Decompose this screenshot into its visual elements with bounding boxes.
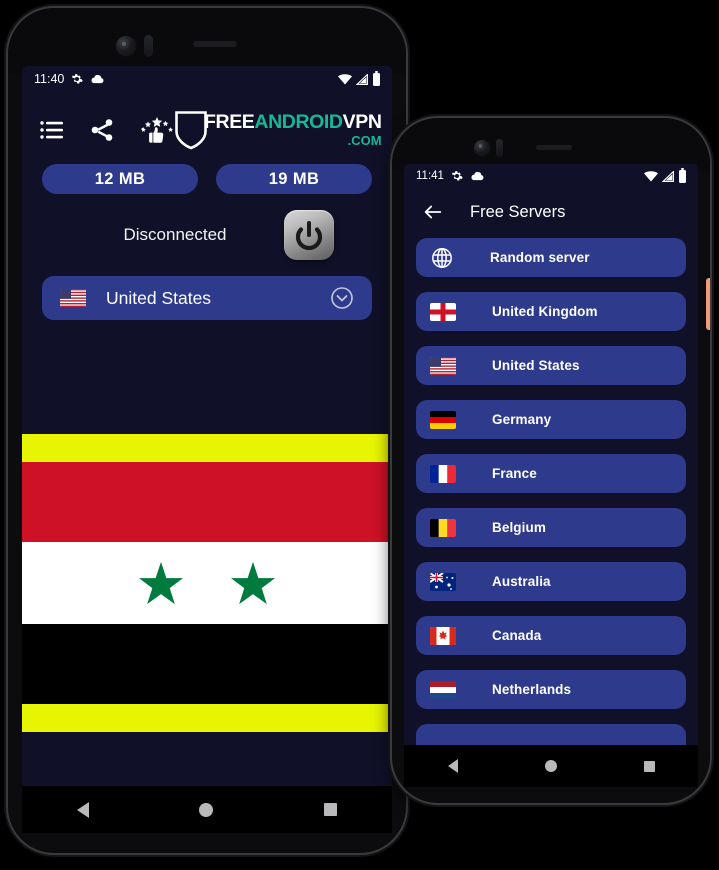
server-label: Germany bbox=[492, 412, 552, 427]
chevron-down-icon[interactable] bbox=[330, 286, 354, 310]
ca-flag bbox=[430, 626, 456, 645]
banner-band-bottom bbox=[22, 704, 392, 732]
power-toggle-button[interactable] bbox=[284, 210, 334, 260]
server-list: Random server United Kingdom United Stat… bbox=[404, 236, 698, 759]
flag-stripe-red bbox=[22, 462, 392, 542]
de-flag bbox=[430, 410, 456, 429]
phone-secondary-screen: 11:41 Free Servers Random server United … bbox=[404, 164, 698, 759]
country-selector[interactable]: United States bbox=[42, 276, 372, 320]
au-flag bbox=[430, 572, 456, 591]
phone-secondary-bezel bbox=[392, 118, 710, 170]
nl-flag bbox=[430, 680, 456, 699]
vpn-app-servers: 11:41 Free Servers Random server United … bbox=[404, 164, 698, 759]
banner-ad[interactable] bbox=[22, 434, 392, 806]
android-nav-bar-secondary bbox=[404, 745, 698, 787]
server-label: United Kingdom bbox=[492, 304, 598, 319]
globe-icon bbox=[432, 247, 452, 268]
gear-icon bbox=[72, 74, 84, 84]
syria-flag-graphic bbox=[22, 462, 392, 704]
connection-row: Disconnected bbox=[22, 194, 392, 260]
menu-list-icon[interactable] bbox=[40, 120, 64, 140]
status-bar-secondary: 11:41 bbox=[404, 164, 698, 188]
flag-star bbox=[231, 561, 275, 605]
earpiece-speaker bbox=[193, 41, 237, 47]
arrow-left-icon[interactable] bbox=[422, 201, 444, 223]
rate-us-icon[interactable] bbox=[140, 117, 174, 143]
fr-flag bbox=[430, 464, 456, 483]
server-item-france[interactable]: France bbox=[416, 454, 686, 493]
usage-row: 12 MB 19 MB bbox=[22, 158, 392, 194]
server-item-united-states[interactable]: United States bbox=[416, 346, 686, 385]
shield-icon bbox=[175, 111, 207, 150]
wifi-icon bbox=[644, 170, 658, 181]
flag-stripe-white bbox=[22, 542, 392, 624]
server-label: Canada bbox=[492, 628, 542, 643]
server-item-belgium[interactable]: Belgium bbox=[416, 508, 686, 547]
signal-icon bbox=[662, 170, 674, 182]
logo-android: ANDROID bbox=[254, 111, 343, 134]
phone-side-button[interactable] bbox=[706, 278, 710, 330]
server-item-canada[interactable]: Canada bbox=[416, 616, 686, 655]
server-label: United States bbox=[492, 358, 580, 373]
back-triangle-icon[interactable] bbox=[447, 759, 458, 773]
us-flag bbox=[430, 356, 456, 375]
logo-vpn: VPN bbox=[342, 111, 382, 134]
logo-free: FREE bbox=[204, 111, 255, 134]
screenshot-stage: 11:40 FREEANDROIDVPN .COM 12 MB 19 MB Di… bbox=[0, 0, 719, 870]
android-nav-bar-primary bbox=[22, 786, 392, 833]
server-item-netherlands[interactable]: Netherlands bbox=[416, 670, 686, 709]
back-triangle-icon[interactable] bbox=[77, 801, 90, 818]
front-camera bbox=[474, 140, 490, 156]
earpiece-speaker bbox=[536, 145, 572, 150]
server-label: Belgium bbox=[492, 520, 546, 535]
server-item-united-kingdom[interactable]: United Kingdom bbox=[416, 292, 686, 331]
front-camera bbox=[116, 36, 136, 56]
server-label: Netherlands bbox=[492, 682, 572, 697]
signal-icon bbox=[356, 73, 368, 85]
status-time: 11:40 bbox=[34, 72, 65, 86]
server-label: Australia bbox=[492, 574, 551, 589]
page-title: Free Servers bbox=[470, 202, 566, 221]
servers-header: Free Servers bbox=[404, 188, 698, 236]
server-item-australia[interactable]: Australia bbox=[416, 562, 686, 601]
proximity-sensor bbox=[496, 139, 503, 157]
recents-square-icon[interactable] bbox=[643, 760, 655, 772]
app-toolbar: FREEANDROIDVPN .COM bbox=[22, 92, 392, 158]
flag-star bbox=[139, 561, 183, 605]
cloud-icon bbox=[91, 74, 104, 84]
server-label: Random server bbox=[490, 250, 590, 265]
phone-primary: 11:40 FREEANDROIDVPN .COM 12 MB 19 MB Di… bbox=[8, 8, 406, 853]
uk-flag bbox=[430, 302, 456, 321]
be-flag bbox=[430, 518, 456, 537]
server-item-random[interactable]: Random server bbox=[416, 238, 686, 277]
power-icon bbox=[295, 221, 323, 251]
phone-secondary: 11:41 Free Servers Random server United … bbox=[392, 118, 710, 803]
banner-band-top bbox=[22, 434, 392, 462]
upload-usage-pill[interactable]: 19 MB bbox=[216, 164, 372, 194]
recents-square-icon[interactable] bbox=[323, 803, 337, 816]
phone-primary-screen: 11:40 FREEANDROIDVPN .COM 12 MB 19 MB Di… bbox=[22, 66, 392, 806]
server-label: France bbox=[492, 466, 537, 481]
cloud-icon bbox=[471, 171, 484, 181]
home-circle-icon[interactable] bbox=[544, 760, 557, 772]
home-circle-icon[interactable] bbox=[199, 802, 214, 817]
gear-icon bbox=[451, 171, 463, 181]
proximity-sensor bbox=[144, 35, 153, 57]
share-icon[interactable] bbox=[90, 118, 114, 142]
battery-icon bbox=[373, 70, 380, 86]
wifi-icon bbox=[338, 73, 352, 84]
app-logo: FREEANDROIDVPN .COM bbox=[174, 110, 382, 150]
status-time: 11:41 bbox=[416, 170, 444, 182]
flag-stripe-black bbox=[22, 624, 392, 704]
battery-icon bbox=[679, 167, 686, 183]
download-usage-pill[interactable]: 12 MB bbox=[42, 164, 198, 194]
selected-country-name: United States bbox=[106, 287, 212, 308]
vpn-app-home: 11:40 FREEANDROIDVPN .COM 12 MB 19 MB Di… bbox=[22, 66, 392, 806]
status-bar-primary: 11:40 bbox=[22, 66, 392, 92]
server-item-germany[interactable]: Germany bbox=[416, 400, 686, 439]
us-flag bbox=[60, 289, 86, 307]
connection-status-text: Disconnected bbox=[123, 225, 227, 244]
logo-com: .COM bbox=[347, 132, 382, 148]
